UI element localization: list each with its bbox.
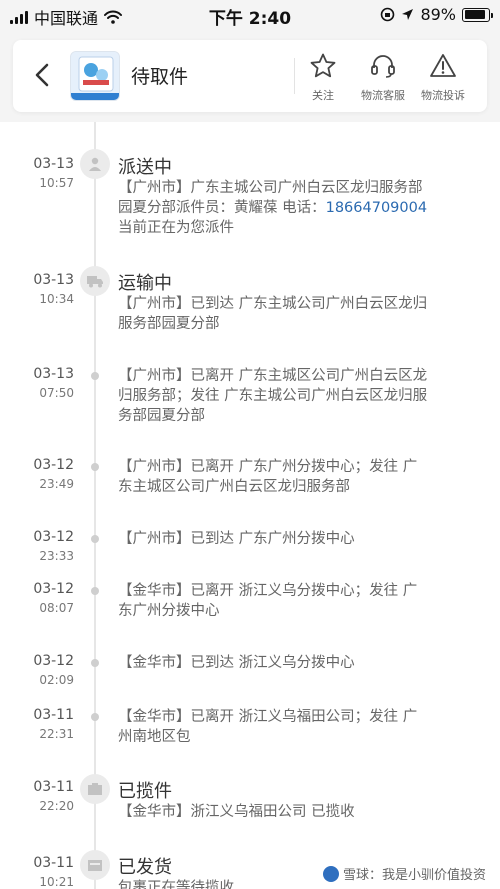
tracking-timeline: 03-13 10:57 派送中 【广州市】广东主城公司广州白云区龙归服务部 园夏… [0,122,500,889]
truck-icon [87,276,103,288]
entry-text-line: 园夏分部派件员：黄耀葆 电话：18664709004 [118,198,470,218]
star-icon [310,53,336,78]
entry-time: 08:07 [39,601,74,615]
timeline-node [91,587,99,595]
entry-text: 【广州市】已离开 广东广州分拨中心；发往 广 东主城区公司广州白云区龙归服务部 [118,457,470,497]
xueqiu-logo-icon [322,865,339,882]
entry-text: 【金华市】已离开 浙江义乌分拨中心；发往 广 东广州分拨中心 [118,581,470,621]
follow-label: 关注 [312,89,334,102]
entry-date: 03-12 [33,457,74,473]
entry-date: 03-11 [33,779,74,795]
entry-status: 派送中 [118,157,172,178]
entry-time: 02:09 [39,673,74,687]
entry-date: 03-12 [33,529,74,545]
entry-text: 【广州市】已到达 广东广州分拨中心 [118,529,470,549]
battery-percent: 89% [420,5,456,24]
product-thumbnail[interactable] [70,51,120,101]
timeline-node [91,659,99,667]
entry-time: 22:20 [39,799,74,813]
location-arrow-icon [402,9,414,20]
entry-text: 【广州市】已到达 广东主城公司广州白云区龙归 服务部园夏分部 [118,294,470,334]
entry-time: 07:50 [39,386,74,400]
entry-text-line: 【广州市】已到达 广东主城公司广州白云区龙归 [118,296,428,312]
entry-text-line: 【金华市】已到达 浙江义乌分拨中心 [118,655,355,671]
entry-text: 【金华市】浙江义乌福田公司 已揽收 [118,802,470,822]
entry-text-line: 【广州市】已离开 广东广州分拨中心；发往 广 [118,459,418,475]
entry-text-line: 当前正在为您派件 [118,220,234,236]
timeline-node [80,266,110,296]
entry-text: 【广州市】广东主城公司广州白云区龙归服务部 园夏分部派件员：黄耀葆 电话：186… [118,178,470,238]
entry-date: 03-11 [33,707,74,723]
entry-text: 【广州市】已离开 广东主城区公司广州白云区龙 归服务部；发往 广东主城公司广州白… [118,366,470,426]
timeline-node [91,372,99,380]
logistics-complaint-label: 物流投诉 [421,89,465,102]
page-title: 待取件 [131,66,189,88]
rotation-lock-icon [381,7,395,22]
entry-text-line: 【金华市】已离开 浙江义乌福田公司；发往 广 [118,709,418,725]
entry-text-line: 服务部园夏分部 [118,316,220,332]
entry-time: 23:33 [39,549,74,563]
timeline-node [91,535,99,543]
entry-date: 03-11 [33,855,74,871]
header-card: 待取件 关注 物流客服 物流投诉 [13,40,487,112]
entry-time: 10:21 [39,875,74,889]
entry-time: 10:34 [39,292,74,306]
entry-text-line: 州南地区包 [118,729,191,745]
watermark-text: 雪球：我是小驯价值投资 [342,868,486,883]
timeline-node [91,463,99,471]
timeline-node [91,713,99,721]
entry-text-line: 【广州市】已离开 广东主城区公司广州白云区龙 [118,368,428,384]
entry-text-line: 【广州市】广东主城公司广州白云区龙归服务部 [118,180,423,196]
timeline-node [80,774,110,804]
entry-text: 【金华市】已到达 浙江义乌分拨中心 [118,653,470,673]
entry-time: 23:49 [39,477,74,491]
status-right: 89% [380,5,493,24]
entry-text-line: 归服务部；发往 广东主城公司广州白云区龙归服 [118,388,428,404]
chevron-left-icon [35,63,49,87]
entry-date: 03-13 [33,156,74,172]
entry-date: 03-13 [33,272,74,288]
entry-status: 运输中 [118,273,172,294]
entry-text-line: 东广州分拨中心 [118,603,220,619]
logistics-complaint-button[interactable]: 物流投诉 [409,50,477,103]
entry-text-line: 【广州市】已到达 广东广州分拨中心 [118,531,355,547]
status-bar: 中国联通 下午 2:40 89% [0,0,500,30]
logistics-service-label: 物流客服 [361,89,405,102]
watermark: 雪球：我是小驯价值投资 [322,864,486,883]
back-button[interactable] [27,60,57,90]
headset-icon [371,55,395,78]
entry-time: 10:57 [39,176,74,190]
logistics-service-button[interactable]: 物流客服 [349,50,417,103]
entry-date: 03-12 [33,653,74,669]
entry-text-line: 务部园夏分部 [118,408,205,424]
follow-button[interactable]: 关注 [289,50,357,103]
entry-text-line: 东主城区公司广州白云区龙归服务部 [118,479,350,495]
entry-date: 03-12 [33,581,74,597]
entry-text: 【金华市】已离开 浙江义乌福田公司；发往 广 州南地区包 [118,707,470,747]
entry-date: 03-13 [33,366,74,382]
warning-icon [430,54,456,77]
package-icon [88,860,102,871]
person-icon [89,157,101,171]
entry-text-line: 【金华市】浙江义乌福田公司 已揽收 [118,804,355,820]
entry-status: 已发货 [118,857,172,878]
box-icon [88,783,102,795]
courier-phone-link[interactable]: 18664709004 [326,200,427,216]
entry-status: 已揽件 [118,781,172,802]
entry-text-line: 园夏分部派件员：黄耀葆 电话： [118,200,326,216]
entry-text-line: 【金华市】已离开 浙江义乌分拨中心；发往 广 [118,583,418,599]
battery-icon [462,7,493,22]
timeline-node [80,149,110,179]
entry-time: 22:31 [39,727,74,741]
timeline-node [80,850,110,880]
